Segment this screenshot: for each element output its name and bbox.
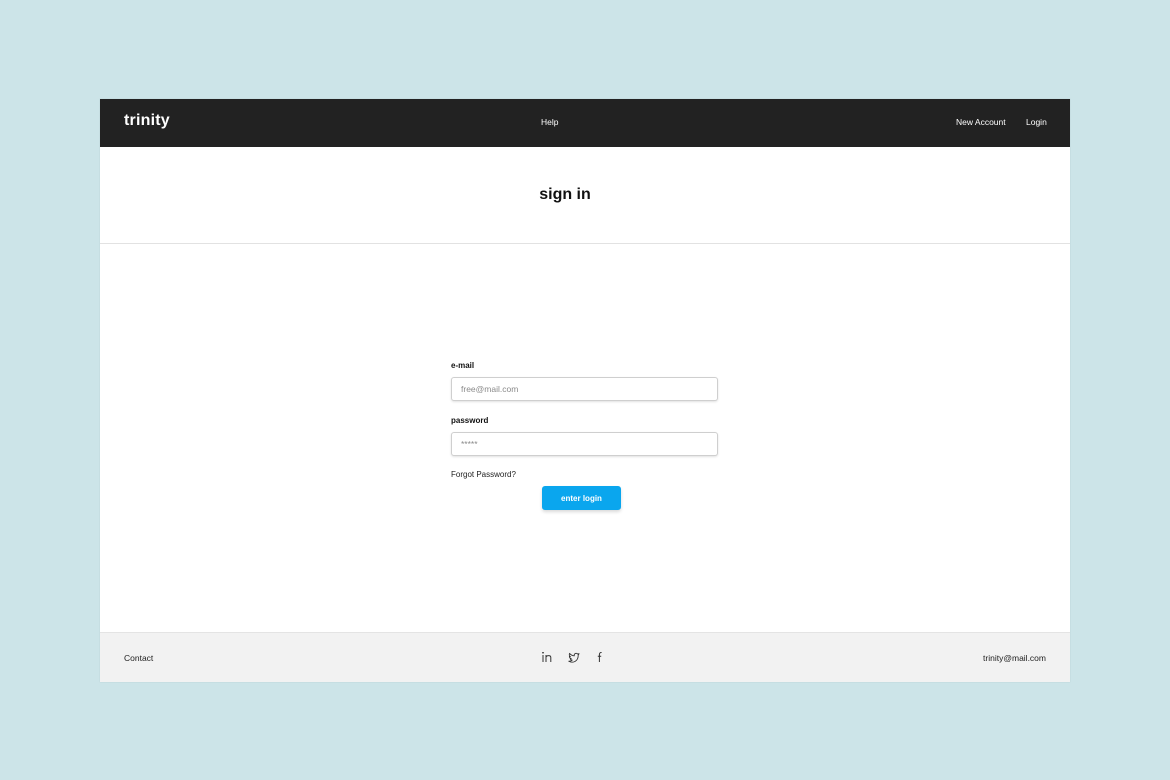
facebook-icon[interactable]	[594, 651, 606, 663]
email-field[interactable]	[451, 377, 718, 401]
footer-contact-link[interactable]: Contact	[124, 653, 153, 663]
linkedin-icon[interactable]	[541, 651, 553, 663]
twitter-icon[interactable]	[568, 651, 580, 663]
navbar: trinity Help New Account Login	[100, 99, 1070, 147]
browser-window: trinity Help New Account Login sign in e…	[100, 99, 1070, 682]
enter-login-button[interactable]: enter login	[542, 486, 621, 510]
forgot-password-link[interactable]: Forgot Password?	[451, 470, 516, 479]
password-label: password	[451, 416, 489, 425]
brand-logo[interactable]: trinity	[124, 112, 170, 130]
nav-help-link[interactable]: Help	[541, 117, 558, 127]
password-field[interactable]	[451, 432, 718, 456]
footer: Contact trinity@mail.com	[100, 632, 1070, 682]
page-title: sign in	[539, 186, 591, 203]
email-label: e-mail	[451, 361, 475, 370]
nav-new-account-link[interactable]: New Account	[956, 117, 1006, 127]
title-band: sign in	[100, 147, 1070, 244]
nav-login-link[interactable]: Login	[1026, 117, 1047, 127]
footer-email: trinity@mail.com	[983, 653, 1046, 663]
